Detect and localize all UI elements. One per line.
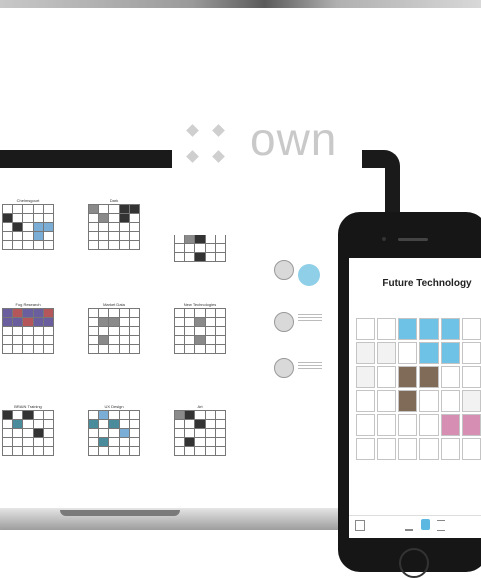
board-grid bbox=[174, 234, 226, 262]
avatar[interactable] bbox=[274, 312, 294, 332]
top-gradient-strip bbox=[0, 0, 481, 8]
camera-icon bbox=[382, 237, 386, 241]
feed-map-thumbnail bbox=[298, 264, 320, 286]
phone-tab-bar bbox=[349, 515, 481, 534]
board-thumbnail[interactable]: New Technologies bbox=[174, 302, 226, 354]
board-thumbnail[interactable]: BRAIN Training bbox=[2, 404, 54, 456]
board-grid bbox=[88, 308, 140, 354]
feed-text bbox=[298, 314, 322, 322]
active-board-icon[interactable] bbox=[421, 519, 430, 530]
menu-icon[interactable] bbox=[437, 520, 445, 531]
avatar[interactable] bbox=[274, 358, 294, 378]
logo-dots-icon bbox=[186, 124, 228, 166]
board-thumbnail[interactable]: Dark bbox=[88, 198, 140, 250]
board-grid bbox=[2, 204, 54, 250]
board-grid bbox=[174, 410, 226, 456]
laptop-notch bbox=[60, 510, 180, 516]
home-button[interactable] bbox=[399, 548, 429, 578]
board-thumbnail[interactable]: Fog Research bbox=[2, 302, 54, 354]
logo-panel: own bbox=[172, 110, 362, 235]
board-thumbnail[interactable]: Art bbox=[174, 404, 226, 456]
board-thumbnail[interactable]: Market Data bbox=[88, 302, 140, 354]
board-grid bbox=[2, 308, 54, 354]
phone-board-title: Future Technology bbox=[382, 278, 472, 289]
logo-wordmark: own bbox=[250, 113, 338, 165]
feed-text bbox=[298, 362, 322, 370]
phone-board-grid bbox=[356, 318, 481, 460]
board-thumbnail[interactable]: Chelmsgourt bbox=[2, 198, 54, 250]
board-thumbnail[interactable]: UX Design bbox=[88, 404, 140, 456]
board-grid bbox=[2, 410, 54, 456]
speaker-grille bbox=[398, 238, 428, 241]
board-grid bbox=[174, 308, 226, 354]
triangle-icon[interactable] bbox=[405, 520, 413, 531]
board-grid bbox=[88, 204, 140, 250]
board-grid bbox=[88, 410, 140, 456]
grid-icon[interactable] bbox=[355, 520, 365, 531]
avatar[interactable] bbox=[274, 260, 294, 280]
